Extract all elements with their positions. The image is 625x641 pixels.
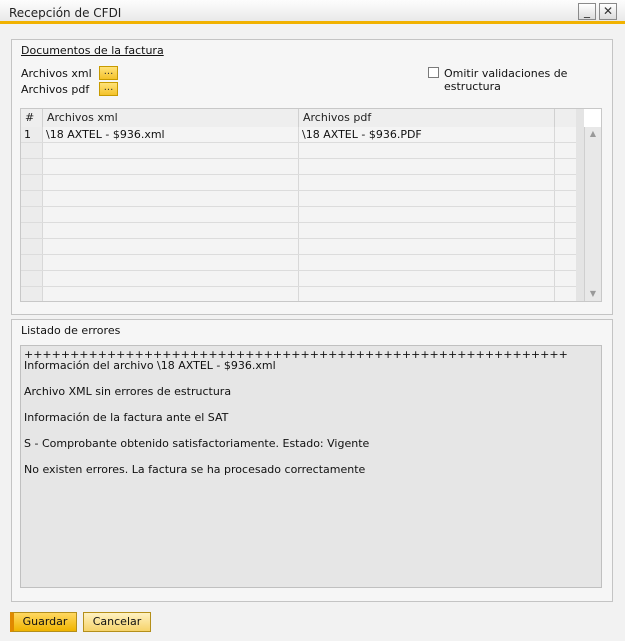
- grid-spacer: [576, 109, 584, 301]
- column-header-pdf[interactable]: Archivos pdf: [299, 109, 555, 127]
- error-line-result: No existen errores. La factura se ha pro…: [24, 463, 366, 476]
- xml-file-cell[interactable]: [43, 255, 299, 270]
- grid-vertical-scrollbar[interactable]: ▲ ▼: [584, 127, 601, 301]
- pdf-file-cell[interactable]: [299, 159, 555, 174]
- browse-pdf-button[interactable]: ...: [99, 82, 118, 96]
- omit-validation-checkbox[interactable]: [428, 67, 439, 78]
- pdf-file-cell[interactable]: [299, 207, 555, 222]
- cancel-button[interactable]: Cancelar: [83, 612, 151, 632]
- table-row[interactable]: [21, 175, 576, 191]
- xml-file-cell[interactable]: [43, 159, 299, 174]
- xml-file-cell[interactable]: [43, 223, 299, 238]
- xml-file-cell[interactable]: [43, 239, 299, 254]
- xml-file-cell[interactable]: [43, 287, 299, 301]
- documents-section-title: Documentos de la factura: [21, 44, 164, 57]
- window-title: Recepción de CFDI: [9, 6, 122, 20]
- row-number-cell: [21, 239, 43, 254]
- close-button[interactable]: ✕: [599, 3, 617, 20]
- table-row[interactable]: [21, 159, 576, 175]
- xml-file-cell[interactable]: [43, 207, 299, 222]
- window-titlebar: Recepción de CFDI _ ✕: [0, 0, 625, 24]
- xml-file-cell[interactable]: \18 AXTEL - $936.xml: [43, 127, 299, 142]
- pdf-file-cell[interactable]: [299, 223, 555, 238]
- xml-file-cell[interactable]: [43, 143, 299, 158]
- row-number-cell: [21, 287, 43, 301]
- pdf-file-cell[interactable]: [299, 271, 555, 286]
- scroll-up-icon[interactable]: ▲: [588, 129, 598, 139]
- pdf-file-cell[interactable]: [299, 175, 555, 190]
- pdf-file-cell[interactable]: \18 AXTEL - $936.PDF: [299, 127, 555, 142]
- pdf-file-cell[interactable]: [299, 191, 555, 206]
- error-line-sat-status: S - Comprobante obtenido satisfactoriame…: [24, 437, 370, 450]
- table-row[interactable]: [21, 255, 576, 271]
- omit-validation-label: Omitir validaciones de estructura: [444, 67, 568, 93]
- row-number-cell: [21, 143, 43, 158]
- pdf-file-cell[interactable]: [299, 239, 555, 254]
- pdf-file-cell[interactable]: [299, 287, 555, 301]
- pdf-file-cell[interactable]: [299, 255, 555, 270]
- xml-file-cell[interactable]: [43, 175, 299, 190]
- row-number-cell: [21, 191, 43, 206]
- error-line-file-info: Información del archivo \18 AXTEL - $936…: [24, 359, 276, 372]
- table-row[interactable]: 1 \18 AXTEL - $936.xml \18 AXTEL - $936.PD…: [21, 127, 576, 143]
- row-number-cell: [21, 207, 43, 222]
- scroll-down-icon[interactable]: ▼: [588, 289, 598, 299]
- row-number-cell: 1: [21, 127, 43, 142]
- row-number-cell: [21, 271, 43, 286]
- table-row[interactable]: [21, 191, 576, 207]
- pdf-files-label: Archivos pdf: [21, 83, 90, 96]
- pdf-file-cell[interactable]: [299, 143, 555, 158]
- table-row[interactable]: [21, 143, 576, 159]
- row-number-cell: [21, 175, 43, 190]
- xml-files-label: Archivos xml: [21, 67, 92, 80]
- browse-xml-button[interactable]: ...: [99, 66, 118, 80]
- table-row[interactable]: [21, 271, 576, 287]
- row-number-cell: [21, 255, 43, 270]
- minimize-button[interactable]: _: [578, 3, 596, 20]
- column-header-number[interactable]: #: [21, 109, 43, 127]
- row-number-cell: [21, 159, 43, 174]
- table-row[interactable]: [21, 287, 576, 301]
- table-row[interactable]: [21, 239, 576, 255]
- xml-file-cell[interactable]: [43, 191, 299, 206]
- documents-grid: # Archivos xml Archivos pdf 1 \18 AXTEL -…: [20, 108, 602, 302]
- table-row[interactable]: [21, 223, 576, 239]
- errors-list[interactable]: ++++++++++++++++++++++++++++++++++++++++…: [20, 345, 602, 588]
- xml-file-cell[interactable]: [43, 271, 299, 286]
- error-line-sat-info: Información de la factura ante el SAT: [24, 411, 229, 424]
- row-number-cell: [21, 223, 43, 238]
- column-header-xml[interactable]: Archivos xml: [43, 109, 299, 127]
- save-button[interactable]: Guardar: [10, 612, 77, 632]
- error-line-xml-status: Archivo XML sin errores de estructura: [24, 385, 232, 398]
- errors-section-title: Listado de errores: [21, 324, 121, 337]
- grid-header: # Archivos xml Archivos pdf: [21, 109, 576, 128]
- table-row[interactable]: [21, 207, 576, 223]
